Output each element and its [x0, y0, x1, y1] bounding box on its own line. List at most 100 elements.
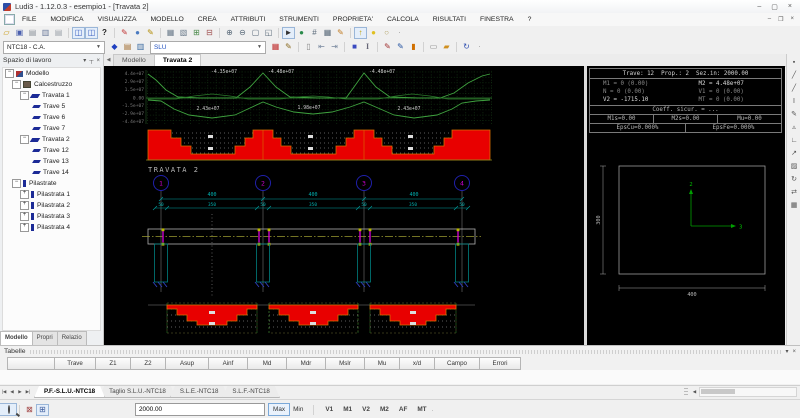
- help-icon[interactable]: ?: [98, 27, 111, 39]
- edit-icon[interactable]: ✎: [118, 27, 131, 39]
- menu-crea[interactable]: CREA: [191, 13, 224, 26]
- menu-modifica[interactable]: MODIFICA: [43, 13, 90, 26]
- tree-item-pilastrate[interactable]: − Pilastrate: [3, 178, 100, 189]
- column-header-mdr[interactable]: Mdr: [286, 357, 326, 370]
- triangle-icon[interactable]: ▵: [788, 121, 800, 134]
- menu-finestra[interactable]: FINESTRA: [473, 13, 521, 26]
- close-icon[interactable]: ×: [792, 349, 796, 355]
- menu-help[interactable]: ?: [521, 13, 539, 26]
- shift-left-icon[interactable]: ⇤: [315, 41, 328, 53]
- expander-icon[interactable]: +: [20, 201, 29, 210]
- min-button[interactable]: Min: [289, 404, 307, 415]
- column-header-mu[interactable]: Mu: [364, 357, 400, 370]
- zoom-extents-icon[interactable]: ◱: [262, 27, 275, 39]
- mdi-restore-icon[interactable]: ❐: [778, 16, 783, 23]
- expander-icon[interactable]: +: [20, 212, 29, 221]
- expander-icon[interactable]: +: [20, 190, 29, 199]
- tree-item-trave-12[interactable]: Trave 12: [3, 145, 100, 156]
- drag-grip[interactable]: [29, 349, 782, 354]
- prev-section-icon[interactable]: ⊠: [23, 404, 36, 416]
- view-tab-travata-2[interactable]: Travata 2: [153, 54, 202, 66]
- inspect-button[interactable]: [0, 404, 16, 415]
- combination-combobox[interactable]: SLU ▼: [150, 40, 266, 54]
- swap-icon[interactable]: ⇄: [788, 186, 800, 199]
- up-icon[interactable]: ↑: [354, 27, 367, 39]
- section-icon[interactable]: ▧: [177, 27, 190, 39]
- scroll-left-icon[interactable]: ◀: [690, 389, 699, 395]
- sheet-tab-sle[interactable]: S.L.E.-NTC18: [170, 386, 229, 398]
- mdi-close-icon[interactable]: ×: [790, 16, 794, 23]
- polyline-icon[interactable]: ╱: [788, 82, 800, 95]
- render-icon[interactable]: ●: [131, 27, 144, 39]
- bulb-icon[interactable]: ●: [367, 27, 380, 39]
- column-header-ainf[interactable]: Ainf: [208, 357, 248, 370]
- tree-item-calcestruzzo[interactable]: − Calcestruzzo: [3, 79, 100, 90]
- splitter-grip[interactable]: [684, 387, 688, 396]
- menu-strumenti[interactable]: STRUMENTI: [272, 13, 326, 26]
- tree-item-pilastrata-1[interactable]: + Pilastrata 1: [3, 189, 100, 200]
- column-header-xd[interactable]: x/d: [399, 357, 435, 370]
- preview-icon[interactable]: ▤: [52, 27, 65, 39]
- zoom-window-icon[interactable]: ▢: [249, 27, 262, 39]
- save-icon[interactable]: ▣: [13, 27, 26, 39]
- verify-icon[interactable]: ▦: [269, 41, 282, 53]
- tree-item-trave-7[interactable]: Trave 7: [3, 123, 100, 134]
- close-icon[interactable]: ×: [788, 3, 792, 11]
- window-model-icon[interactable]: ◫: [72, 27, 85, 39]
- column-header-md[interactable]: Md: [247, 357, 287, 370]
- column-header-z2[interactable]: Z2: [130, 357, 166, 370]
- chevron-down-icon[interactable]: ▾: [785, 348, 788, 355]
- minimize-icon[interactable]: –: [757, 3, 761, 11]
- toggle-m1[interactable]: M1: [338, 406, 357, 413]
- tab-propri[interactable]: Propri: [31, 331, 58, 345]
- tree-item-travata-1[interactable]: − Travata 1: [3, 90, 100, 101]
- next-section-icon[interactable]: ⊞: [36, 403, 49, 416]
- notes-icon[interactable]: ▤: [121, 41, 134, 53]
- mdi-minimize-icon[interactable]: –: [768, 16, 771, 23]
- menu-calcola[interactable]: CALCOLA: [380, 13, 426, 26]
- expander-icon[interactable]: −: [5, 69, 14, 78]
- shift-right-icon[interactable]: ⇥: [328, 41, 341, 53]
- tab-scroll-left-icon[interactable]: ◀: [104, 55, 113, 66]
- expander-icon[interactable]: −: [12, 179, 21, 188]
- rotate-icon[interactable]: ↻: [788, 173, 800, 186]
- angle-icon[interactable]: ∟: [788, 134, 800, 147]
- copy-icon[interactable]: ▤: [26, 27, 39, 39]
- menu-modello[interactable]: MODELLO: [144, 13, 191, 26]
- remove-icon[interactable]: ⊟: [203, 27, 216, 39]
- column-icon[interactable]: ▯: [302, 41, 315, 53]
- menu-risultati[interactable]: RISULTATI: [426, 13, 473, 26]
- text-icon[interactable]: I: [788, 95, 800, 108]
- overflow-icon[interactable]: ·: [473, 41, 486, 53]
- column-header-errori[interactable]: Errori: [479, 357, 521, 370]
- sheet-tab-taglio-slu[interactable]: Taglio S.L.U.-NTC18: [99, 386, 176, 398]
- table-icon[interactable]: ▦: [321, 27, 334, 39]
- code-combobox[interactable]: NTC18 - C.A. ▼: [3, 40, 105, 54]
- menu-proprieta[interactable]: PROPRIETA': [326, 13, 380, 26]
- refresh-icon[interactable]: ↻: [460, 41, 473, 53]
- tree-item-trave-14[interactable]: Trave 14: [3, 167, 100, 178]
- open-icon[interactable]: ▱: [0, 27, 13, 39]
- pencil-red-icon[interactable]: ✎: [381, 41, 394, 53]
- print-icon[interactable]: ▥: [39, 27, 52, 39]
- globe-icon[interactable]: ●: [295, 27, 308, 39]
- expander-icon[interactable]: −: [20, 135, 29, 144]
- scrollbar-thumb[interactable]: [701, 388, 735, 394]
- column-header-trave[interactable]: Trave: [54, 357, 96, 370]
- last-sheet-icon[interactable]: ▶|: [24, 386, 32, 397]
- hatch-icon[interactable]: ▨: [788, 160, 800, 173]
- zoom-in-icon[interactable]: ⊕: [223, 27, 236, 39]
- tree-item-modello[interactable]: − Modello: [3, 68, 100, 79]
- tree-item-pilastrata-4[interactable]: + Pilastrata 4: [3, 222, 100, 233]
- table-edit-icon[interactable]: ▦: [788, 199, 800, 212]
- scrollbar-track[interactable]: [699, 386, 797, 397]
- pin-icon[interactable]: ┬: [89, 58, 93, 64]
- column-header-z1[interactable]: Z1: [95, 357, 131, 370]
- toggle-af[interactable]: AF: [394, 406, 413, 413]
- tree-item-pilastrata-3[interactable]: + Pilastrata 3: [3, 211, 100, 222]
- annotate-icon[interactable]: ✎: [334, 27, 347, 39]
- drawing-canvas[interactable]: 4.4e+07 2.9e+07 1.5e+07 0.00 -1.5e+07 -2…: [104, 66, 584, 345]
- menu-file[interactable]: FILE: [15, 13, 43, 26]
- line-icon[interactable]: ╱: [788, 69, 800, 82]
- section-position-input[interactable]: [135, 403, 265, 416]
